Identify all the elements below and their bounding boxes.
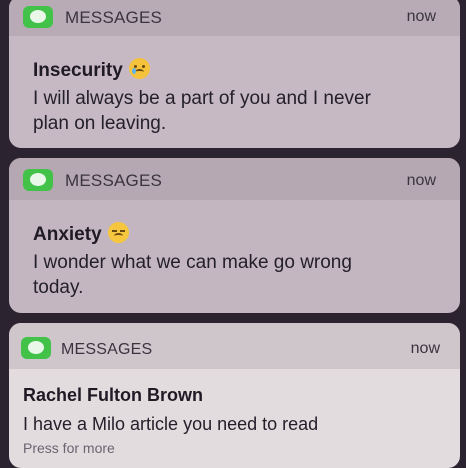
- notification-title: Rachel Fulton Brown: [23, 385, 203, 406]
- notification-header: MESSAGES now: [9, 158, 460, 200]
- body-line: today.: [33, 277, 84, 298]
- notification-title: Insecurity: [33, 58, 150, 82]
- body-line: I wonder what we can make go wrong: [33, 252, 352, 273]
- notification-header: MESSAGES now: [9, 323, 460, 369]
- press-for-more-hint[interactable]: Press for more: [23, 440, 115, 456]
- notification-card-rachel-fulton-brown[interactable]: MESSAGES now Rachel Fulton Brown I have …: [9, 323, 460, 468]
- notification-card-anxiety[interactable]: MESSAGES now Anxiety I wonder what we ca…: [9, 158, 460, 313]
- crying-face-icon: [128, 58, 150, 79]
- notification-body: I will always be a part of you and I nev…: [33, 86, 440, 136]
- notification-card-insecurity[interactable]: MESSAGES now Insecurity I will always be…: [9, 0, 460, 148]
- timestamp: now: [406, 172, 436, 189]
- app-name: MESSAGES: [65, 8, 163, 27]
- body-line: plan on leaving.: [33, 113, 167, 134]
- body-line: I will always be a part of you and I nev…: [33, 88, 371, 109]
- messages-app-icon: [23, 169, 53, 191]
- sender-name: Rachel Fulton Brown: [23, 385, 203, 405]
- messages-app-icon: [21, 337, 51, 359]
- sender-name: Anxiety: [33, 224, 102, 245]
- timestamp: now: [410, 340, 440, 357]
- notification-title: Anxiety: [33, 222, 129, 246]
- notification-header: MESSAGES now: [9, 0, 460, 36]
- app-name: MESSAGES: [65, 171, 163, 190]
- sender-name: Insecurity: [33, 60, 123, 81]
- disappointed-face-icon: [107, 222, 129, 243]
- timestamp: now: [406, 8, 436, 25]
- messages-app-icon: [23, 6, 53, 28]
- notification-body: I wonder what we can make go wrong today…: [33, 250, 440, 300]
- notification-body: I have a Milo article you need to read: [23, 412, 440, 437]
- body-line: I have a Milo article you need to read: [23, 414, 319, 434]
- app-name: MESSAGES: [61, 341, 153, 358]
